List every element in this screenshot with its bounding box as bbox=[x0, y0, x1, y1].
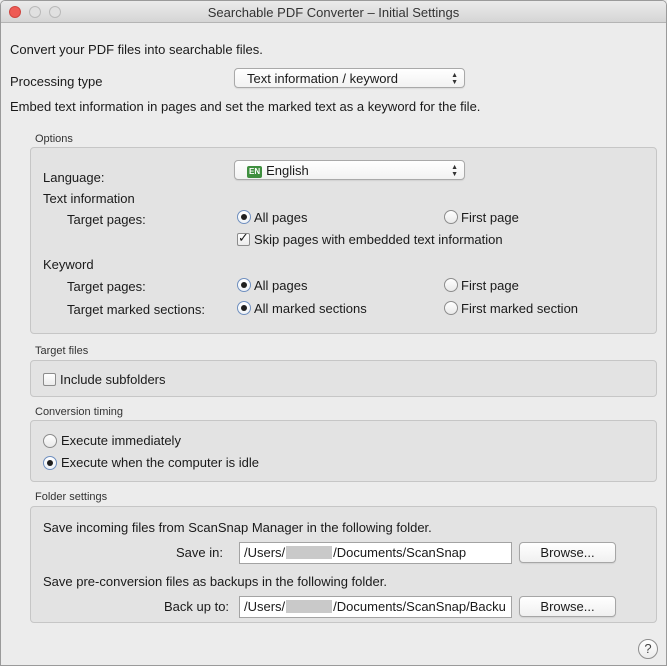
backup-field[interactable]: /Users/ /Documents/ScanSnap/Backu bbox=[239, 596, 512, 618]
skip-embedded-text-label[interactable]: Skip pages with embedded text informatio… bbox=[254, 232, 503, 247]
keyword-all-pages-radio[interactable] bbox=[237, 278, 251, 292]
processing-description: Embed text information in pages and set … bbox=[10, 99, 481, 114]
text-first-page-label[interactable]: First page bbox=[461, 210, 519, 225]
processing-type-label: Processing type bbox=[10, 74, 103, 89]
options-header: Options bbox=[35, 133, 73, 145]
keyword-first-page-label[interactable]: First page bbox=[461, 278, 519, 293]
all-marked-sections-radio[interactable] bbox=[237, 301, 251, 315]
text-information-heading: Text information bbox=[43, 191, 135, 206]
keyword-all-pages-label[interactable]: All pages bbox=[254, 278, 307, 293]
language-flag-icon: EN bbox=[247, 166, 263, 178]
execute-when-idle-label[interactable]: Execute when the computer is idle bbox=[61, 455, 259, 470]
save-in-label: Save in: bbox=[176, 545, 223, 560]
execute-when-idle-radio[interactable] bbox=[43, 456, 57, 470]
backup-description: Save pre-conversion files as backups in … bbox=[43, 574, 387, 589]
processing-type-value: Text information / keyword bbox=[247, 71, 399, 86]
text-all-pages-label[interactable]: All pages bbox=[254, 210, 307, 225]
up-down-arrows-icon: ▲ ▼ bbox=[451, 164, 458, 178]
keyword-heading: Keyword bbox=[43, 257, 94, 272]
save-in-description: Save incoming files from ScanSnap Manage… bbox=[43, 520, 432, 535]
skip-embedded-text-checkbox[interactable] bbox=[237, 230, 250, 246]
save-in-field[interactable]: /Users/ /Documents/ScanSnap bbox=[239, 542, 512, 564]
first-marked-section-radio[interactable] bbox=[444, 301, 458, 315]
window-title: Searchable PDF Converter – Initial Setti… bbox=[207, 5, 460, 20]
language-label: Language: bbox=[43, 170, 105, 185]
keyword-first-page-radio[interactable] bbox=[444, 278, 458, 292]
conversion-timing-header: Conversion timing bbox=[35, 406, 124, 418]
include-subfolders-checkbox[interactable] bbox=[43, 373, 56, 386]
title-bar[interactable]: Searchable PDF Converter – Initial Setti… bbox=[1, 1, 666, 23]
all-marked-sections-label[interactable]: All marked sections bbox=[254, 301, 367, 316]
save-in-path-end: /Documents/ScanSnap bbox=[333, 545, 467, 560]
redacted-username bbox=[286, 546, 333, 559]
first-marked-section-label[interactable]: First marked section bbox=[461, 301, 578, 316]
keyword-target-pages-label: Target pages: bbox=[67, 279, 146, 294]
conversion-timing-group bbox=[30, 420, 657, 482]
intro-text: Convert your PDF files into searchable f… bbox=[10, 42, 263, 57]
processing-type-select[interactable]: Text information / keyword ▲ ▼ bbox=[234, 68, 465, 88]
text-first-page-radio[interactable] bbox=[444, 210, 458, 224]
help-icon[interactable]: ? bbox=[638, 639, 658, 659]
up-down-arrows-icon: ▲ ▼ bbox=[451, 72, 458, 86]
text-target-pages-label: Target pages: bbox=[67, 212, 146, 227]
execute-immediately-radio[interactable] bbox=[43, 434, 57, 448]
folder-settings-header: Folder settings bbox=[35, 491, 108, 503]
backup-path-end: /Documents/ScanSnap/Backu bbox=[333, 599, 506, 614]
language-select[interactable]: EN English ▲ ▼ bbox=[234, 160, 465, 180]
backup-path-start: /Users/ bbox=[244, 599, 286, 614]
save-in-path-start: /Users/ bbox=[244, 545, 286, 560]
text-all-pages-radio[interactable] bbox=[237, 210, 251, 224]
target-marked-sections-label: Target marked sections: bbox=[67, 302, 206, 317]
backup-label: Back up to: bbox=[164, 599, 230, 614]
save-in-browse-button[interactable]: Browse... bbox=[519, 542, 616, 563]
include-subfolders-label[interactable]: Include subfolders bbox=[60, 372, 166, 387]
target-files-header: Target files bbox=[35, 345, 89, 357]
execute-immediately-label[interactable]: Execute immediately bbox=[61, 433, 181, 448]
language-value: English bbox=[266, 163, 309, 178]
backup-browse-button[interactable]: Browse... bbox=[519, 596, 616, 617]
redacted-username bbox=[286, 600, 333, 613]
settings-window: Searchable PDF Converter – Initial Setti… bbox=[0, 0, 667, 666]
